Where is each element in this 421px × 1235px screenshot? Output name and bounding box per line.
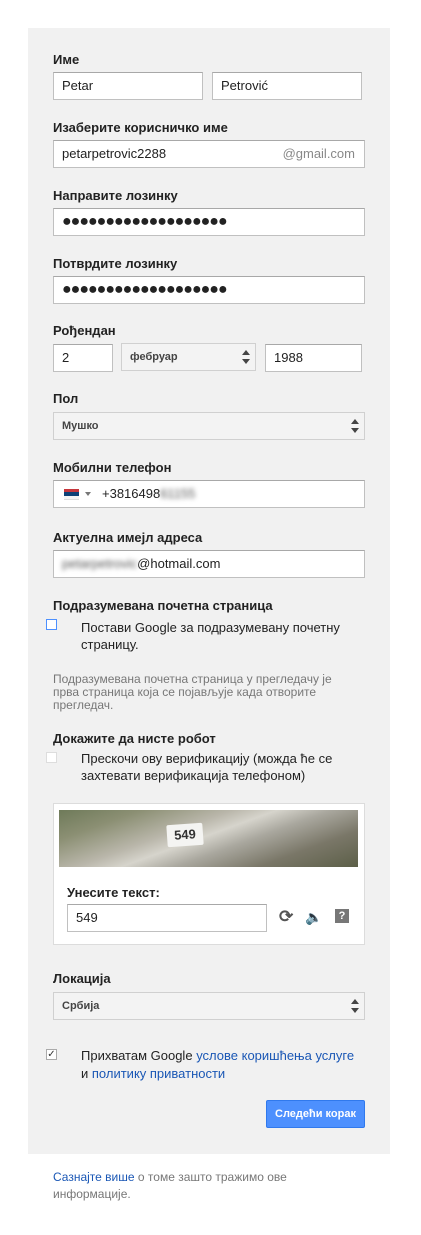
location-label: Локација [53,971,111,986]
birth-year-input[interactable]: 1988 [265,344,362,372]
phone-number-visible: +3816498 [102,486,161,501]
footer-text-1: о томе зашто тражимо ове [134,1170,287,1184]
refresh-icon[interactable]: ⟳ [279,908,293,926]
gender-value: Мушко [62,420,99,432]
first-name-input[interactable]: Petar [53,72,203,100]
last-name-input[interactable]: Petrović [212,72,362,100]
email-local-blurred: petarpetrovic [62,556,138,571]
password-label: Направите лозинку [53,188,178,203]
gender-select[interactable]: Мушко [53,412,365,440]
terms-line-1: Прихватам Google услове коришћења услуге [81,1048,354,1064]
phone-input[interactable]: +381649861155 [53,480,365,508]
current-email-label: Актуелна имејл адреса [53,530,203,545]
birthday-label: Рођендан [53,323,116,338]
skip-verification-label-1: Прескочи ову верификацију (можда ће се [81,751,333,766]
name-label: Име [53,52,80,67]
terms-checkbox[interactable]: ✓ [46,1049,57,1060]
current-email-input[interactable]: petarpetrovic@hotmail.com [53,550,365,578]
username-label: Изаберите корисничко име [53,120,228,135]
country-dropdown-icon[interactable] [85,492,91,496]
footer-text-2: информације. [53,1187,131,1201]
location-select[interactable]: Србија [53,992,365,1020]
homepage-checkbox[interactable] [46,619,57,630]
help-icon[interactable]: ? [335,909,349,923]
footer-line-1: Сазнајте више о томе зашто тражимо ове [53,1169,287,1185]
homepage-checkbox-label-2: страницу. [81,637,139,652]
next-step-button[interactable]: Следећи корак [266,1100,365,1128]
username-input[interactable]: petarpetrovic2288 @gmail.com [53,140,365,168]
username-value: petarpetrovic2288 [62,146,167,161]
phone-number-blurred: 61155 [160,486,196,501]
birth-month-select[interactable]: фебруар [121,343,256,371]
gender-label: Пол [53,391,79,406]
captcha-prompt: Унесите текст: [67,885,160,900]
select-arrows-icon [242,350,250,364]
captcha-image: 549 [59,810,358,867]
captcha-input[interactable]: 549 [67,904,267,932]
skip-verification-checkbox[interactable] [46,752,57,763]
homepage-help-3: прегледач. [53,698,114,712]
gmail-suffix: @gmail.com [282,146,355,161]
location-value: Србија [62,1000,100,1012]
password-input[interactable]: ●●●●●●●●●●●●●●●●●●● [53,208,365,236]
privacy-policy-link[interactable]: политику приватности [92,1066,225,1081]
audio-icon[interactable]: 🔈 [305,908,322,926]
confirm-password-label: Потврдите лозинку [53,256,178,271]
captcha-image-number: 549 [166,822,204,848]
robot-heading: Докажите да нисте робот [53,731,216,746]
birth-month-value: фебруар [130,351,178,363]
terms-line-2: и политику приватности [81,1066,225,1082]
homepage-heading: Подразумевана почетна страница [53,598,273,613]
select-arrows-icon [351,419,359,433]
terms-and: и [81,1066,89,1081]
select-arrows-icon [351,999,359,1013]
learn-more-link[interactable]: Сазнајте више [53,1170,135,1184]
terms-prefix: Прихватам Google [81,1048,193,1063]
skip-verification-label-2: захтевати верификација телефоном) [81,768,306,783]
phone-label: Мобилни телефон [53,460,172,475]
homepage-checkbox-label-1: Постави Google за подразумевану почетну [81,620,340,635]
confirm-password-input[interactable]: ●●●●●●●●●●●●●●●●●●● [53,276,365,304]
email-domain: @hotmail.com [137,556,221,571]
serbia-flag-icon[interactable] [64,489,79,500]
birth-day-input[interactable]: 2 [53,344,113,372]
terms-of-service-link[interactable]: услове коришћења услуге [196,1048,354,1063]
